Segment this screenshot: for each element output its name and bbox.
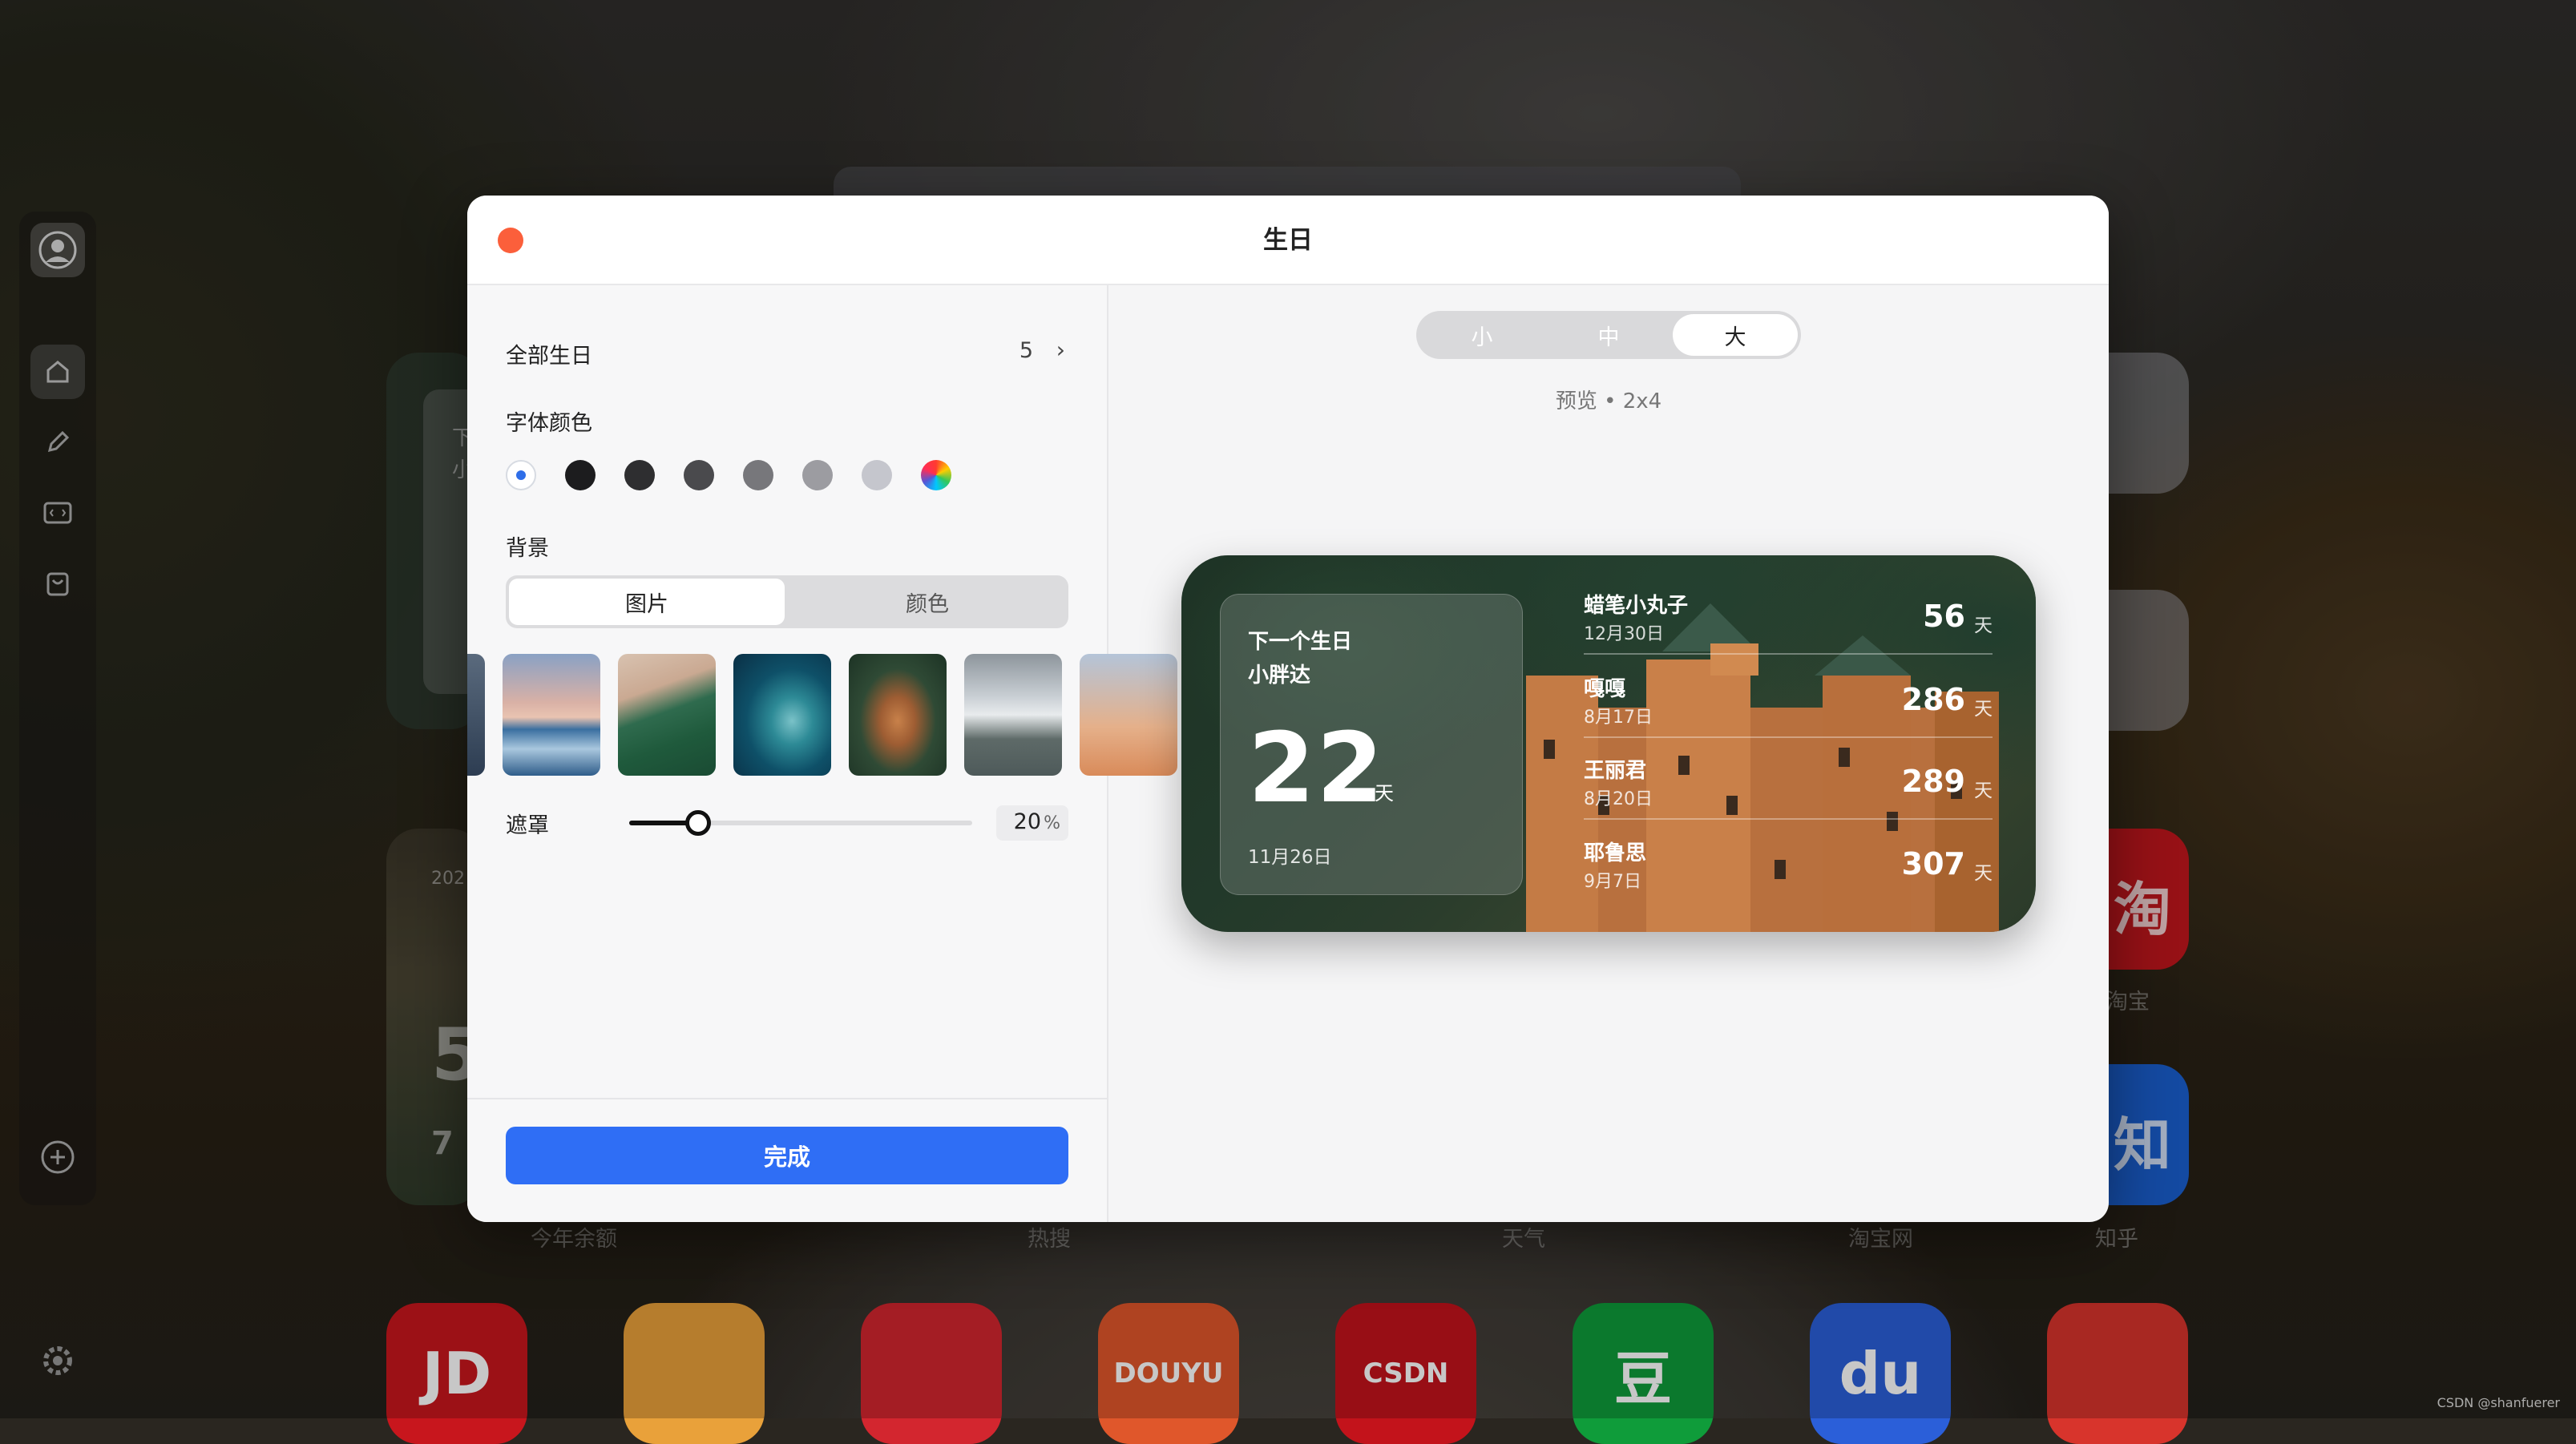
pen-icon [47,430,70,453]
preview-label: 预览 • 2x4 [1555,389,1662,413]
code-button[interactable] [30,486,85,540]
birthday-list-item: 耶鲁思 9月7日 307 天 [1584,837,1993,917]
birthday-person-name: 耶鲁思 [1584,841,1647,865]
all-birthdays-count: 5 [1019,338,1033,363]
birthday-days-unit: 天 [1974,780,1993,801]
font-color-option[interactable] [802,460,833,490]
size-medium-option[interactable]: 中 [1546,314,1671,356]
birthday-person-date: 12月30日 [1584,624,1664,644]
chevron-right-icon: › [1056,337,1065,363]
birthday-person-name: 蜡笔小丸子 [1584,594,1689,618]
tab-color[interactable]: 颜色 [789,579,1065,625]
birthday-days-left: 286 [1901,682,1965,717]
birthday-days-unit: 天 [1974,615,1993,636]
mask-value: 20 [1013,809,1041,834]
bg-thumbnail-sea-sunset[interactable] [503,654,600,776]
bg-thumbnail-castle[interactable] [849,654,947,776]
birthday-days-left: 56 [1923,599,1965,634]
size-small-option[interactable]: 小 [1419,314,1544,356]
birthday-person-name: 嘎嘎 [1584,677,1626,701]
list-divider [1584,736,1993,738]
bg-thumbnail-partial-left[interactable] [467,654,485,776]
home-button[interactable] [30,345,85,399]
user-icon [38,231,77,269]
font-color-option[interactable] [743,460,773,490]
all-birthdays-label: 全部生日 [506,344,592,369]
bg-thumbnail-clouds[interactable] [964,654,1062,776]
mask-unit: % [1044,813,1060,833]
settings-button[interactable] [32,1335,83,1386]
mask-slider[interactable] [629,810,972,836]
bag-icon [46,572,69,596]
birthday-widget-preview: 下一个生日 小胖达 22 天 11月26日 蜡笔小丸子 12月30日 56 天嘎嘎 8月… [1181,555,2036,932]
settings-panel: 全部生日 5 › 字体颜色 背景 图片 颜色 遮罩 20 % 完成 [467,285,1177,1222]
birthday-person-date: 8月17日 [1584,708,1653,728]
font-color-option[interactable] [862,460,892,490]
footer-divider [467,1098,1107,1099]
tab-image[interactable]: 图片 [509,579,785,625]
bg-thumbnail-partial-right[interactable] [1080,654,1177,776]
next-birthday-title: 下一个生日 [1248,630,1353,654]
add-button[interactable] [30,1130,85,1184]
birthday-person-name: 王丽君 [1584,759,1647,783]
next-birthday-panel: 下一个生日 小胖达 22 天 11月26日 [1220,594,1523,895]
birthday-widget-dialog: 生日 全部生日 5 › 字体颜色 背景 图片 颜色 遮罩 20 % 完成 小 中… [467,196,2109,1222]
dialog-header: 生日 [467,196,2109,285]
birthday-list-item: 王丽君 8月20日 289 天 [1584,754,1993,834]
next-birthday-date: 11月26日 [1248,847,1332,868]
code-icon [43,502,72,524]
all-birthdays-row[interactable]: 全部生日 5 › [506,335,1068,375]
home-icon [46,361,69,383]
background-label: 背景 [506,536,549,561]
font-color-option[interactable] [506,460,536,490]
list-divider [1584,818,1993,820]
dialog-title: 生日 [1263,226,1313,255]
birthday-list-item: 嘎嘎 8月17日 286 天 [1584,672,1993,752]
birthday-list-item: 蜡笔小丸子 12月30日 56 天 [1584,589,1993,669]
list-divider [1584,653,1993,655]
font-color-label: 字体颜色 [506,411,592,436]
next-birthday-name: 小胖达 [1248,664,1311,688]
birthday-days-left: 307 [1901,846,1965,881]
birthday-days-unit: 天 [1974,863,1993,884]
size-selector: 小 中 大 [1416,311,1801,359]
edit-button[interactable] [30,415,85,470]
mask-label: 遮罩 [506,813,549,838]
background-type-segmented: 图片 颜色 [506,575,1068,628]
next-birthday-days: 22 [1248,713,1385,825]
gear-icon [43,1346,72,1375]
size-large-option[interactable]: 大 [1673,314,1798,356]
left-dock [19,212,96,1205]
birthday-days-left: 289 [1901,764,1965,799]
bg-thumbnail-reef[interactable] [733,654,831,776]
font-color-option[interactable] [684,460,714,490]
watermark-credit: CSDN @shanfuerer [2437,1395,2560,1410]
birthday-person-date: 9月7日 [1584,872,1641,892]
mask-slider-handle[interactable] [684,810,711,836]
done-button[interactable]: 完成 [506,1127,1068,1184]
birthday-person-date: 8月20日 [1584,789,1653,809]
custom-color-picker[interactable] [921,460,951,490]
bg-thumbnail-coast[interactable] [618,654,716,776]
bag-button[interactable] [30,556,85,611]
font-color-option[interactable] [565,460,596,490]
user-avatar-button[interactable] [30,223,85,277]
plus-circle-icon [41,1140,75,1174]
next-birthday-unit: 天 [1375,782,1394,805]
birthday-days-unit: 天 [1974,699,1993,720]
mask-value-field[interactable]: 20 % [996,805,1068,841]
font-color-option[interactable] [624,460,655,490]
